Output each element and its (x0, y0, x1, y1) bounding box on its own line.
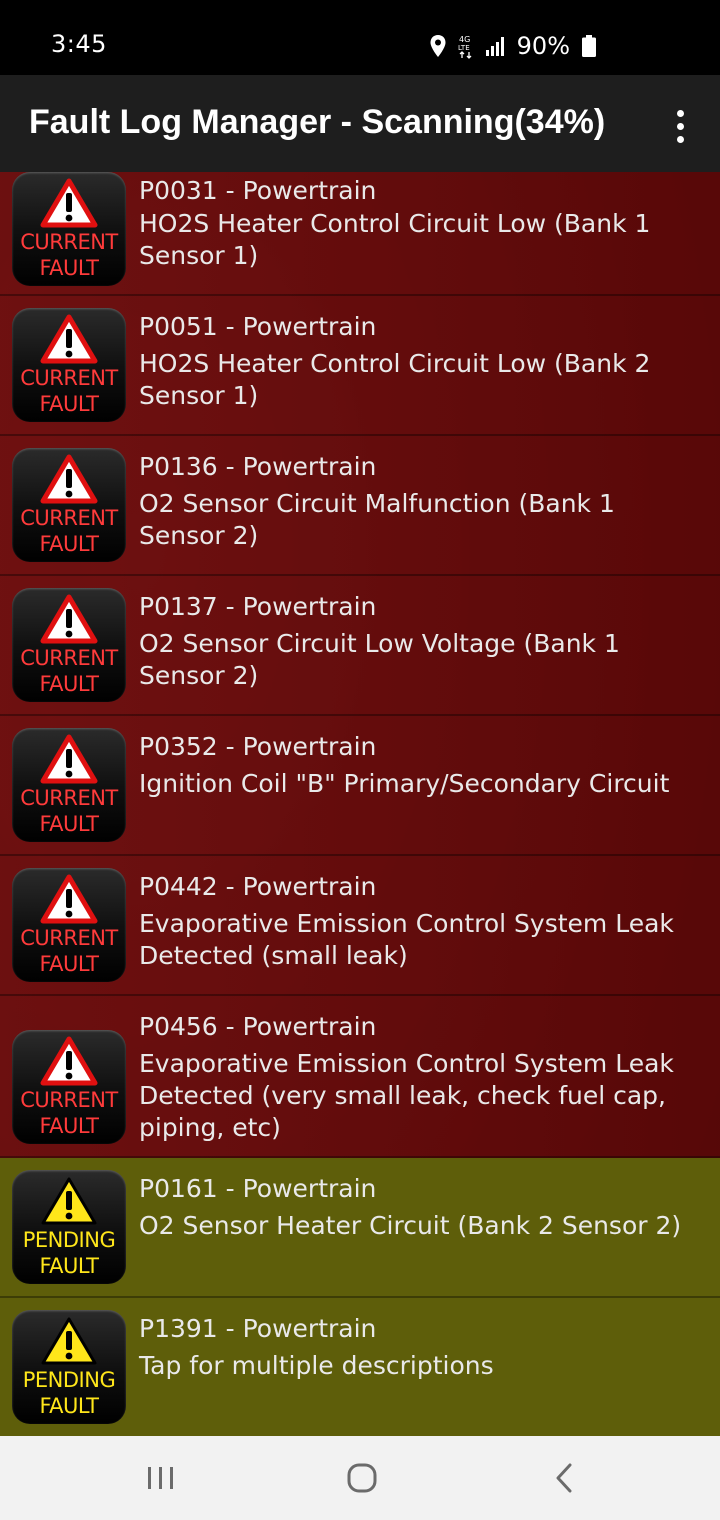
home-icon (347, 1463, 377, 1493)
warning-icon (40, 178, 98, 228)
current-fault-badge: CURRENT FAULT (12, 868, 126, 982)
fault-row[interactable]: CURRENT FAULT P0051 - Powertrain HO2S He… (0, 296, 720, 436)
badge-label: FAULT (39, 1254, 99, 1278)
badge-label: CURRENT (20, 506, 118, 530)
badge-label: PENDING (22, 1368, 116, 1392)
battery-icon (582, 35, 596, 57)
fault-row[interactable]: CURRENT FAULT P0031 - Powertrain HO2S He… (0, 172, 720, 296)
recent-apps-button[interactable] (121, 1436, 201, 1520)
fault-description: HO2S Heater Control Circuit Low (Bank 1 … (139, 209, 651, 270)
fault-code: P0352 - Powertrain (139, 732, 377, 761)
fault-row[interactable]: PENDING FAULT P0161 - Powertrain O2 Sens… (0, 1158, 720, 1298)
warning-icon (40, 874, 98, 924)
fault-code: P0137 - Powertrain (139, 592, 377, 621)
status-icons: 4G LTE 90% (429, 29, 596, 63)
warning-icon (40, 454, 98, 504)
fault-list[interactable]: CURRENT FAULT P0031 - Powertrain HO2S He… (0, 172, 720, 1436)
recent-apps-icon (148, 1467, 173, 1489)
current-fault-badge: CURRENT FAULT (12, 588, 126, 702)
badge-label: FAULT (39, 952, 99, 976)
badge-label: FAULT (39, 1114, 99, 1138)
back-icon (556, 1463, 572, 1493)
badge-label: CURRENT (20, 786, 118, 810)
badge-label: FAULT (39, 812, 99, 836)
current-fault-badge: CURRENT FAULT (12, 1030, 126, 1144)
pending-fault-badge: PENDING FAULT (12, 1310, 126, 1424)
overflow-menu-dot (676, 135, 684, 143)
system-nav-bar (0, 1436, 720, 1520)
fault-row[interactable]: CURRENT FAULT P0442 - Powertrain Evapora… (0, 856, 720, 996)
home-button[interactable] (322, 1436, 402, 1520)
current-fault-badge: CURRENT FAULT (12, 308, 126, 422)
fault-description: Evaporative Emission Control System Leak… (139, 1049, 674, 1142)
badge-label: FAULT (39, 672, 99, 696)
fault-code: P0136 - Powertrain (139, 452, 377, 481)
current-fault-badge: CURRENT FAULT (12, 172, 126, 286)
app-bar: Fault Log Manager - Scanning(34%) (0, 75, 720, 172)
fault-row[interactable]: CURRENT FAULT P0136 - Powertrain O2 Sens… (0, 436, 720, 576)
fault-description: Ignition Coil "B" Primary/Secondary Circ… (139, 769, 670, 798)
fault-description: Tap for multiple descriptions (139, 1351, 494, 1380)
fault-description: HO2S Heater Control Circuit Low (Bank 2 … (139, 349, 651, 410)
overflow-menu-dot (676, 122, 684, 130)
status-time: 3:45 (51, 30, 107, 58)
warning-icon (41, 1317, 97, 1365)
badge-label: FAULT (39, 532, 99, 556)
badge-label: PENDING (22, 1228, 116, 1252)
warning-icon (40, 1036, 98, 1086)
fault-description: Evaporative Emission Control System Leak… (139, 909, 674, 970)
warning-icon (40, 734, 98, 784)
badge-label: CURRENT (20, 1088, 118, 1112)
fault-code: P1391 - Powertrain (139, 1314, 377, 1343)
warning-icon (40, 594, 98, 644)
pending-fault-badge: PENDING FAULT (12, 1170, 126, 1284)
svg-text:4G: 4G (459, 35, 470, 44)
badge-label: CURRENT (20, 366, 118, 390)
warning-icon (41, 1177, 97, 1225)
4g-lte-icon: 4G LTE (458, 35, 472, 59)
fault-row[interactable]: CURRENT FAULT P0456 - Powertrain Evapora… (0, 996, 720, 1158)
fault-code: P0051 - Powertrain (139, 312, 377, 341)
current-fault-badge: CURRENT FAULT (12, 728, 126, 842)
badge-label: CURRENT (20, 230, 118, 254)
fault-row[interactable]: CURRENT FAULT P0352 - Powertrain Ignitio… (0, 716, 720, 856)
overflow-menu-button[interactable] (660, 101, 700, 151)
overflow-menu-icon (676, 109, 684, 117)
fault-code: P0442 - Powertrain (139, 872, 377, 901)
fault-description: O2 Sensor Circuit Low Voltage (Bank 1 Se… (139, 629, 620, 690)
current-fault-badge: CURRENT FAULT (12, 448, 126, 562)
location-icon (430, 35, 446, 57)
svg-text:LTE: LTE (458, 44, 470, 52)
badge-label: FAULT (39, 392, 99, 416)
badge-label: FAULT (39, 1394, 99, 1418)
badge-label: CURRENT (20, 646, 118, 670)
fault-description: O2 Sensor Circuit Malfunction (Bank 1 Se… (139, 489, 615, 550)
battery-percent: 90% (516, 32, 570, 60)
fault-code: P0456 - Powertrain (139, 1012, 377, 1041)
fault-code: P0031 - Powertrain (139, 176, 377, 205)
fault-row[interactable]: CURRENT FAULT P0137 - Powertrain O2 Sens… (0, 576, 720, 716)
fault-code: P0161 - Powertrain (139, 1174, 377, 1203)
warning-icon (40, 314, 98, 364)
fault-description: O2 Sensor Heater Circuit (Bank 2 Sensor … (139, 1211, 682, 1240)
signal-icon (485, 37, 504, 56)
status-bar: 3:45 4G LTE 90% (0, 0, 720, 75)
badge-label: FAULT (39, 256, 99, 280)
page-title: Fault Log Manager - Scanning(34%) (29, 103, 606, 141)
fault-row[interactable]: PENDING FAULT P1391 - Powertrain Tap for… (0, 1298, 720, 1436)
badge-label: CURRENT (20, 926, 118, 950)
back-button[interactable] (524, 1436, 604, 1520)
